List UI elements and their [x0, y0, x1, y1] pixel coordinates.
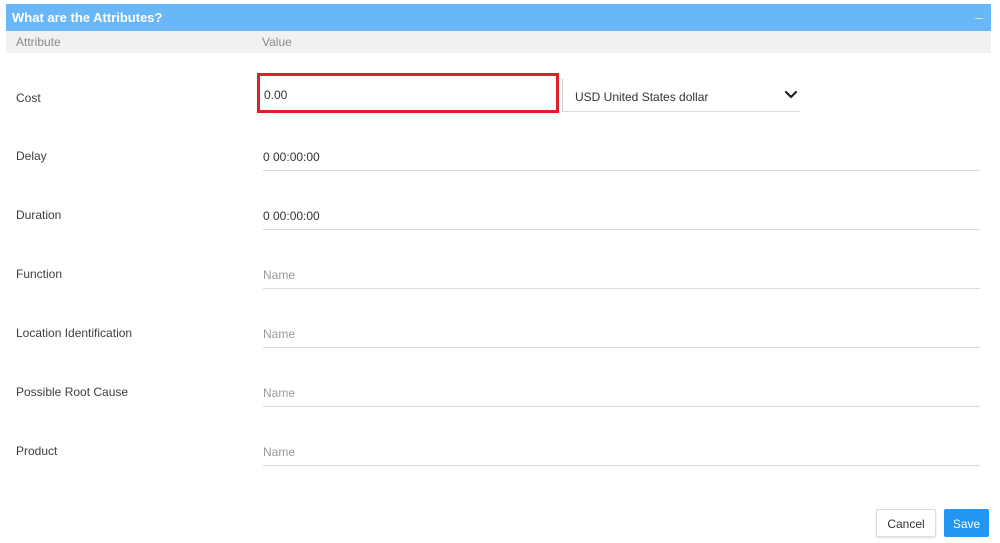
duration-input[interactable] — [263, 202, 980, 229]
delay-field — [263, 143, 980, 171]
column-attribute: Attribute — [16, 35, 61, 49]
product-label: Product — [16, 444, 58, 458]
delay-input[interactable] — [263, 143, 980, 170]
chevron-down-icon — [784, 90, 798, 99]
function-label: Function — [16, 267, 63, 281]
collapse-icon[interactable]: – — [975, 4, 983, 31]
root-cause-label: Possible Root Cause — [16, 385, 129, 399]
column-value: Value — [262, 35, 292, 49]
cost-input[interactable] — [264, 88, 544, 102]
panel-title: What are the Attributes? — [12, 10, 163, 25]
root-cause-field — [263, 379, 980, 407]
root-cause-input[interactable] — [263, 379, 980, 406]
currency-selected: USD United States dollar — [575, 90, 709, 104]
product-input[interactable] — [263, 438, 980, 465]
function-input[interactable] — [263, 261, 980, 288]
delay-label: Delay — [16, 149, 47, 163]
save-button[interactable]: Save — [944, 509, 989, 537]
cost-field-highlight — [257, 73, 559, 113]
duration-field — [263, 202, 980, 230]
location-input[interactable] — [263, 320, 980, 347]
cancel-button[interactable]: Cancel — [876, 509, 936, 537]
currency-select[interactable]: USD United States dollar — [562, 79, 800, 112]
function-field — [263, 261, 980, 289]
panel-header: What are the Attributes? – — [6, 4, 991, 31]
attributes-panel: What are the Attributes? – Attribute Val… — [0, 0, 1000, 543]
location-field — [263, 320, 980, 348]
duration-label: Duration — [16, 208, 62, 222]
column-header: Attribute Value — [6, 31, 991, 53]
product-field — [263, 438, 980, 466]
cost-label: Cost — [16, 91, 41, 105]
location-label: Location Identification — [16, 326, 133, 340]
